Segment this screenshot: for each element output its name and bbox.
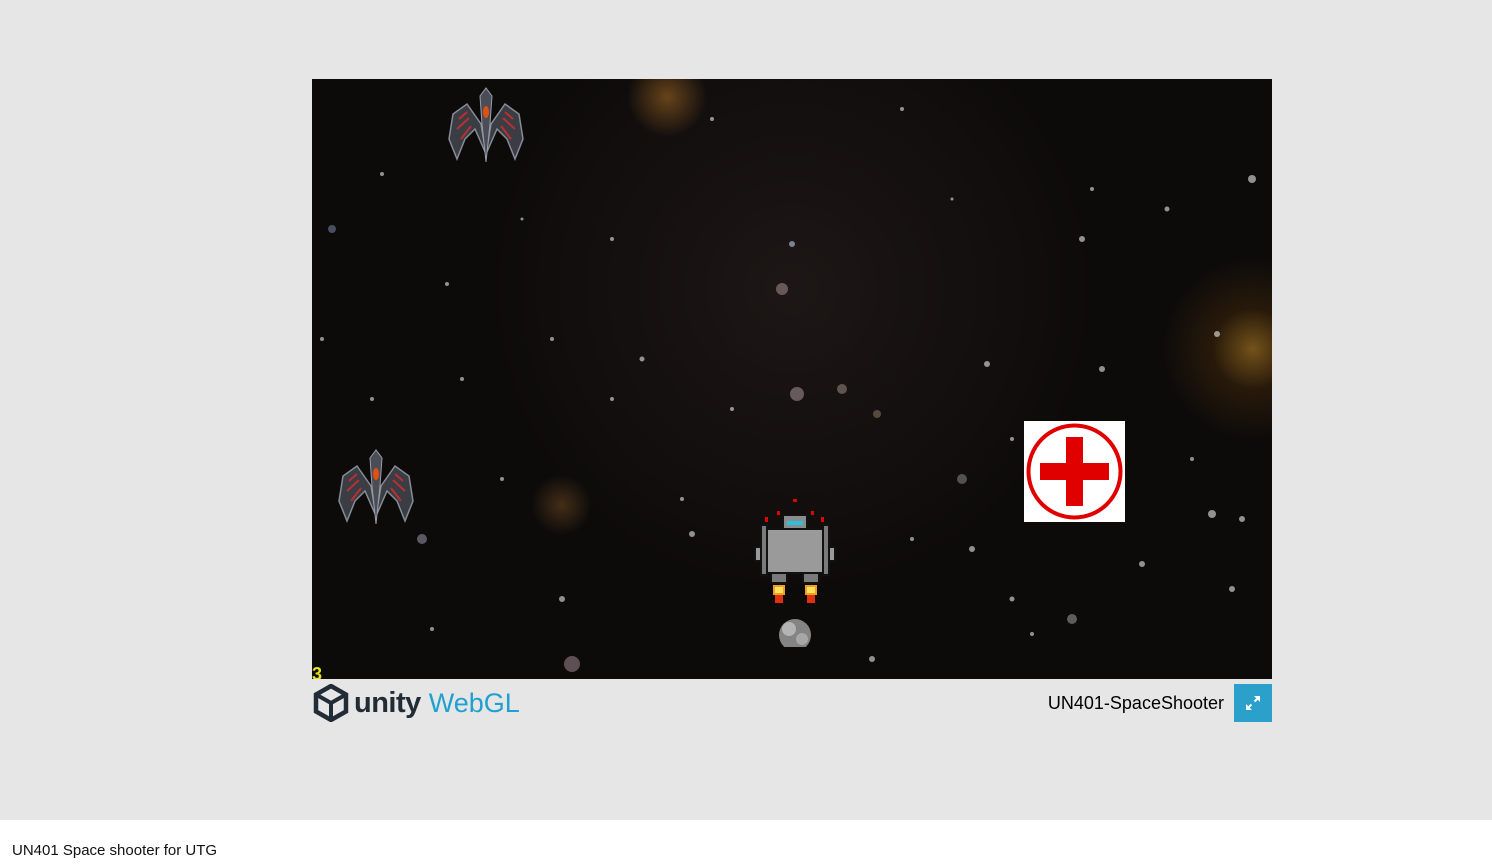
health-cross-icon: [1024, 421, 1125, 522]
unity-webgl-logo: unity WebGL: [312, 683, 520, 723]
enemy-ship-icon: [337, 446, 415, 526]
webgl-wordmark: WebGL: [428, 687, 520, 718]
fullscreen-button[interactable]: [1234, 684, 1272, 722]
page-caption: UN401 Space shooter for UTG: [12, 842, 218, 859]
game-canvas[interactable]: 3: [312, 79, 1272, 679]
unity-wordmark: unity: [354, 686, 421, 719]
webgl-footer: unity WebGL UN401-SpaceShooter: [312, 679, 1272, 727]
game-title: UN401-SpaceShooter: [1047, 693, 1224, 713]
enemy-ship-icon: [447, 84, 525, 164]
fullscreen-icon: [1246, 696, 1260, 710]
lives-counter: 3: [312, 664, 323, 679]
player-ship-icon: [747, 497, 843, 651]
unity-logo-icon: [313, 684, 349, 722]
